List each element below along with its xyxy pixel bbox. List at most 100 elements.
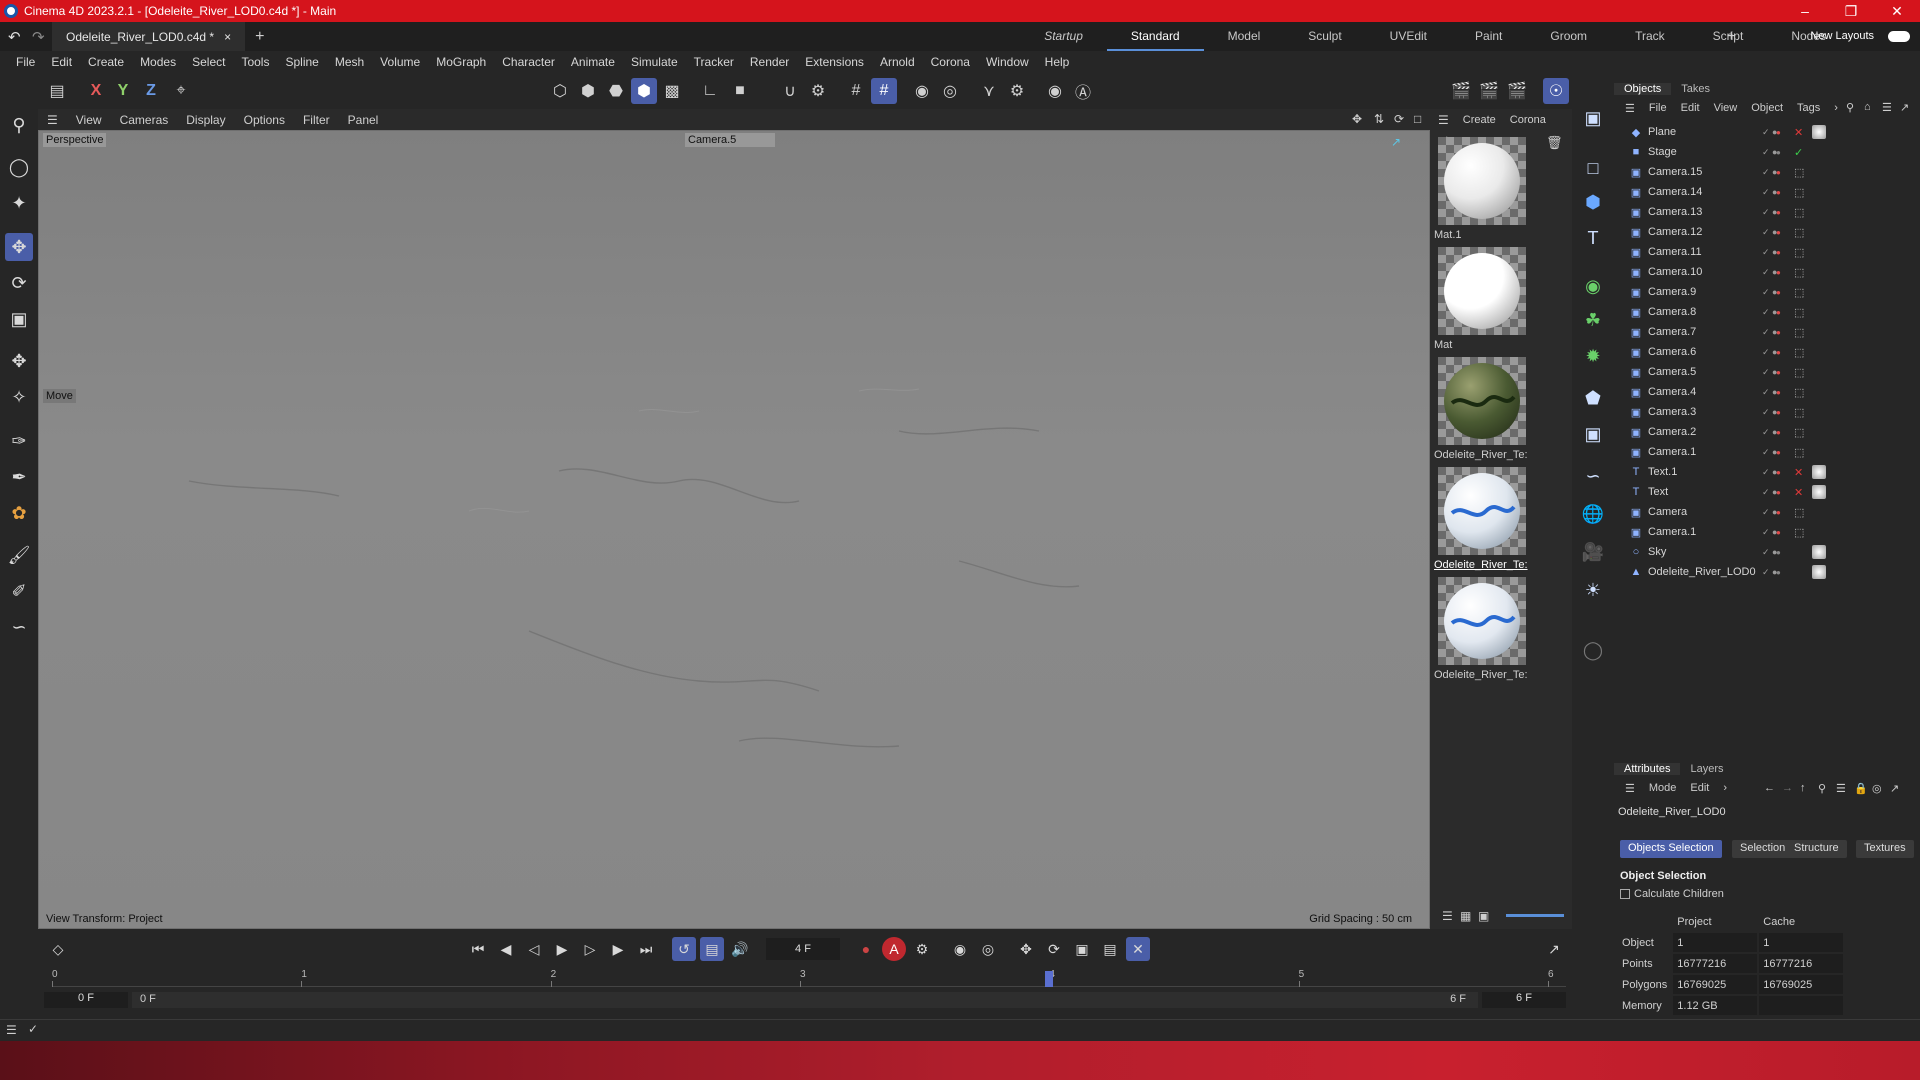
- render-dot-icon[interactable]: ●: [1776, 288, 1781, 297]
- tag-icon[interactable]: ✕: [1794, 126, 1803, 139]
- object-row[interactable]: ▣ Camera.8 ✓ ● ● ⬚: [1614, 302, 1920, 322]
- go-to-end-icon[interactable]: ⏭: [634, 937, 658, 961]
- menu-create[interactable]: Create: [80, 55, 132, 69]
- object-menu-tags[interactable]: Tags: [1790, 102, 1827, 114]
- material-card[interactable]: Odeleite_River_Te:: [1434, 357, 1530, 469]
- tag-icon[interactable]: ✕: [1794, 466, 1803, 479]
- playback-rate-icon[interactable]: ▤: [700, 937, 724, 961]
- object-row[interactable]: ◆ Plane ✓ ● ● ✕: [1614, 122, 1920, 142]
- calculate-children-checkbox[interactable]: Calculate Children: [1620, 888, 1724, 900]
- render-dot-icon[interactable]: ●: [1776, 128, 1781, 137]
- tag-icon[interactable]: ⬚: [1794, 306, 1804, 319]
- spline-tool-icon[interactable]: ✒: [5, 463, 33, 491]
- material-card[interactable]: Odeleite_River_Te:: [1434, 467, 1530, 579]
- render-view-icon[interactable]: 🎬: [1448, 78, 1474, 104]
- object-row[interactable]: ▣ Camera.7 ✓ ● ● ⬚: [1614, 322, 1920, 342]
- menu-edit[interactable]: Edit: [43, 55, 80, 69]
- camera-label[interactable]: Camera.5: [685, 133, 775, 147]
- attr-menu-edit[interactable]: Edit: [1683, 782, 1716, 794]
- object-row[interactable]: ▣ Camera.1 ✓ ● ● ⬚: [1614, 522, 1920, 542]
- camera-create-icon[interactable]: ▣: [1579, 104, 1607, 132]
- tag-icon[interactable]: ⬚: [1794, 346, 1804, 359]
- generator-icon[interactable]: ◉: [1579, 272, 1607, 300]
- render-dot-icon[interactable]: ●: [1776, 468, 1781, 477]
- maximize-icon[interactable]: ❐: [1828, 3, 1874, 20]
- tag-icon[interactable]: ◯: [1579, 636, 1607, 664]
- render-dot-icon[interactable]: ●: [1776, 568, 1781, 577]
- object-menu-edit[interactable]: Edit: [1674, 102, 1707, 114]
- scale-tool-icon[interactable]: ▣: [5, 305, 33, 333]
- z-axis-lock-button[interactable]: Z: [138, 78, 164, 104]
- tag-icon[interactable]: ⬚: [1794, 526, 1804, 539]
- object-row[interactable]: ▣ Camera.12 ✓ ● ● ⬚: [1614, 222, 1920, 242]
- tag-icon[interactable]: ⬚: [1794, 206, 1804, 219]
- viewport-zoom-icon[interactable]: ⇅: [1374, 112, 1384, 126]
- snap-settings-icon[interactable]: ⚙: [805, 78, 831, 104]
- grid-snap-icon[interactable]: #: [843, 78, 869, 104]
- next-frame-icon[interactable]: ▷: [578, 937, 602, 961]
- object-row[interactable]: ▣ Camera.14 ✓ ● ● ⬚: [1614, 182, 1920, 202]
- layout-tab-sculpt[interactable]: Sculpt: [1284, 22, 1365, 51]
- render-dot-icon[interactable]: ●: [1776, 488, 1781, 497]
- menu-select[interactable]: Select: [184, 55, 233, 69]
- object-menu-object[interactable]: Object: [1744, 102, 1790, 114]
- hamburger-icon[interactable]: ☰: [38, 113, 67, 127]
- play-icon[interactable]: ▶: [550, 937, 574, 961]
- tag-icon[interactable]: ⬚: [1794, 446, 1804, 459]
- world-coordinates-icon[interactable]: ⌖: [168, 78, 194, 104]
- material-tag-icon[interactable]: [1812, 485, 1826, 499]
- spline-sketch-icon[interactable]: ∽: [5, 613, 33, 641]
- object-row[interactable]: ▣ Camera.5 ✓ ● ● ⬚: [1614, 362, 1920, 382]
- render-dot-icon[interactable]: ●: [1776, 548, 1781, 557]
- tag-icon[interactable]: ⬚: [1794, 366, 1804, 379]
- viewport-canvas[interactable]: Perspective Camera.5 Move ↗ View Transfo…: [38, 130, 1430, 929]
- layout-tab-track[interactable]: Track: [1611, 22, 1689, 51]
- filter-icon[interactable]: ☰: [1882, 101, 1892, 114]
- menu-tracker[interactable]: Tracker: [686, 55, 742, 69]
- render-dot-icon[interactable]: ●: [1776, 188, 1781, 197]
- next-key-icon[interactable]: ▶: [606, 937, 630, 961]
- render-dot-icon[interactable]: ●: [1776, 168, 1781, 177]
- layout-tab-standard[interactable]: Standard: [1106, 22, 1204, 51]
- points-mode-icon[interactable]: ⬡: [547, 78, 573, 104]
- field-icon[interactable]: ▣: [1579, 420, 1607, 448]
- render-dot-icon[interactable]: ●: [1776, 228, 1781, 237]
- tag-icon[interactable]: ⬚: [1794, 186, 1804, 199]
- object-row[interactable]: ▣ Camera.13 ✓ ● ● ⬚: [1614, 202, 1920, 222]
- playhead[interactable]: [1045, 971, 1054, 987]
- menu-character[interactable]: Character: [494, 55, 563, 69]
- object-row[interactable]: ▣ Camera.2 ✓ ● ● ⬚: [1614, 422, 1920, 442]
- tag-icon[interactable]: ⬚: [1794, 326, 1804, 339]
- material-preview[interactable]: [1438, 467, 1526, 555]
- menu-mograph[interactable]: MoGraph: [428, 55, 494, 69]
- curve-editor-icon[interactable]: ↗: [1542, 937, 1566, 961]
- render-dot-icon[interactable]: ●: [1776, 308, 1781, 317]
- new-window-icon[interactable]: ↗: [1890, 782, 1899, 795]
- tab-attributes[interactable]: Attributes: [1614, 763, 1681, 775]
- large-view-icon[interactable]: ▣: [1478, 909, 1489, 923]
- object-row[interactable]: ▣ Camera.6 ✓ ● ● ⬚: [1614, 342, 1920, 362]
- hamburger-icon[interactable]: ☰: [6, 1023, 17, 1037]
- menu-volume[interactable]: Volume: [372, 55, 428, 69]
- tag-icon[interactable]: ✓: [1794, 146, 1803, 159]
- viewport[interactable]: ☰ View Cameras Display Options Filter Panel Pe…: [38, 109, 1430, 929]
- render-dot-icon[interactable]: ●: [1776, 248, 1781, 257]
- close-icon[interactable]: ✕: [1874, 3, 1920, 20]
- new-tab-icon[interactable]: +: [255, 28, 264, 46]
- menu-file[interactable]: File: [8, 55, 43, 69]
- sound-icon[interactable]: 🔊: [728, 937, 752, 961]
- rotate-tool-icon[interactable]: ⟳: [5, 269, 33, 297]
- menu-tools[interactable]: Tools: [233, 55, 277, 69]
- hamburger-icon[interactable]: ☰: [1438, 113, 1449, 127]
- sculpt-tool-icon[interactable]: ✿: [5, 499, 33, 527]
- object-row[interactable]: ▣ Camera.9 ✓ ● ● ⬚: [1614, 282, 1920, 302]
- end-frame-field[interactable]: 6 F: [1482, 992, 1566, 1008]
- material-preview[interactable]: [1438, 137, 1526, 225]
- solo-mode-icon[interactable]: ■: [727, 78, 753, 104]
- tag-icon[interactable]: ⬚: [1794, 506, 1804, 519]
- render-dot-icon[interactable]: ●: [1776, 528, 1781, 537]
- undo-icon[interactable]: ↶: [8, 28, 21, 46]
- object-row[interactable]: ▣ Camera.3 ✓ ● ● ⬚: [1614, 402, 1920, 422]
- material-preview[interactable]: [1438, 247, 1526, 335]
- menu-animate[interactable]: Animate: [563, 55, 623, 69]
